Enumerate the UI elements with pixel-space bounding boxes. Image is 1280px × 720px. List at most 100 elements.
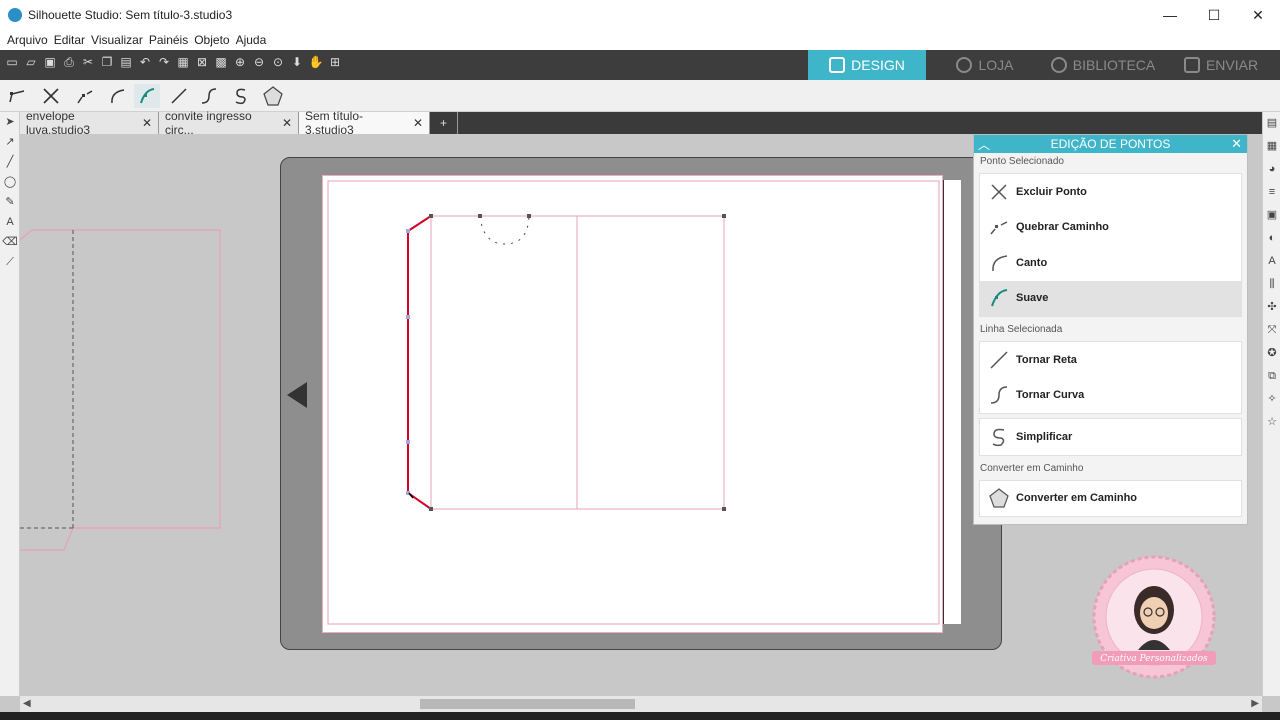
tab-close-icon[interactable]: ✕ (282, 116, 292, 130)
suave-label: Suave (1016, 292, 1049, 305)
zoom-in-icon[interactable]: ⊕ (232, 54, 248, 70)
suave-button[interactable]: Suave (980, 280, 1241, 316)
left-toolbar: ➤ ↗ ╱ ◯ ✎ A ⌫ ⟋ (0, 112, 20, 696)
new-file-icon[interactable]: ▭ (4, 54, 20, 70)
copy-icon[interactable]: ❐ (99, 54, 115, 70)
fill-icon[interactable]: ▣ (1263, 204, 1280, 227)
simplify-group: Simplificar (979, 418, 1242, 456)
select-all-icon[interactable]: ▦ (175, 54, 191, 70)
favorite-star-icon[interactable]: ☆ (1263, 411, 1280, 434)
gradient-icon[interactable]: ◐ (1263, 227, 1280, 250)
ellipse-tool-icon[interactable]: ◯ (0, 172, 20, 192)
make-corner-icon[interactable] (104, 84, 130, 108)
scroll-thumb[interactable] (420, 699, 635, 709)
tab-convite-ingresso[interactable]: convite ingresso circ... ✕ (159, 109, 299, 137)
make-straight-icon[interactable] (166, 84, 192, 108)
deselect-icon[interactable]: ⊠ (194, 54, 210, 70)
pan-hand-icon[interactable]: ✋ (308, 54, 324, 70)
delete-point-icon[interactable] (38, 84, 64, 108)
point-actions-group: Excluir Ponto Quebrar Caminho Canto Suav… (979, 173, 1242, 317)
cut-icon[interactable]: ✂ (80, 54, 96, 70)
break-path-icon[interactable] (72, 84, 98, 108)
offpage-shape (20, 229, 221, 551)
tab-envelope-luva[interactable]: envelope luva.studio3 ✕ (20, 109, 159, 137)
canto-button[interactable]: Canto (980, 245, 1241, 281)
mode-loja[interactable]: LOJA (926, 50, 1044, 80)
page-canvas[interactable] (322, 175, 943, 633)
select-arrow-icon[interactable]: ➤ (0, 112, 20, 132)
offset-icon[interactable]: ✪ (1263, 342, 1280, 365)
converter-caminho-label: Converter em Caminho (1016, 492, 1138, 505)
convert-path-icon[interactable] (260, 84, 286, 108)
mode-biblioteca[interactable]: BIBLIOTECA (1044, 50, 1162, 80)
line-style-icon[interactable]: ≡ (1263, 181, 1280, 204)
paste-icon[interactable]: ▤ (118, 54, 134, 70)
simplify-icon[interactable] (228, 84, 254, 108)
mode-enviar[interactable]: ENVIAR (1162, 50, 1280, 80)
mat-load-arrow-icon (287, 382, 307, 408)
select-icon[interactable]: ▩ (213, 54, 229, 70)
collapse-chevron-icon[interactable]: ︿ (978, 136, 990, 153)
open-file-icon[interactable]: ▱ (23, 54, 39, 70)
text-style-icon[interactable]: A (1263, 250, 1280, 273)
simplificar-button[interactable]: Simplificar (980, 419, 1241, 455)
redo-icon[interactable]: ↷ (156, 54, 172, 70)
line-tool-icon[interactable]: ╱ (0, 152, 20, 172)
grid-icon[interactable]: ▦ (1263, 135, 1280, 158)
eraser-tool-icon[interactable]: ⌫ (0, 232, 20, 252)
minimize-button[interactable]: — (1148, 0, 1192, 30)
mode-design[interactable]: DESIGN (808, 50, 926, 80)
tornar-curva-button[interactable]: Tornar Curva (980, 378, 1241, 414)
undo-icon[interactable]: ↶ (137, 54, 153, 70)
align-icon[interactable]: ⫼ (1263, 273, 1280, 296)
scroll-right-arrow-icon[interactable]: ▶ (1251, 698, 1259, 709)
text-tool-icon[interactable]: A (0, 212, 20, 232)
zoom-out-icon[interactable]: ⊖ (251, 54, 267, 70)
tab-sem-titulo-3[interactable]: Sem título-3.studio3 ✕ (299, 109, 430, 137)
close-button[interactable]: ✕ (1236, 0, 1280, 30)
sketch-icon[interactable]: ✧ (1263, 388, 1280, 411)
fit-page-icon[interactable]: ⊞ (327, 54, 343, 70)
new-tab-button[interactable]: + (430, 112, 459, 134)
transform-icon[interactable]: ⤧ (1263, 319, 1280, 342)
quebrar-caminho-label: Quebrar Caminho (1016, 221, 1109, 234)
menu-ajuda[interactable]: Ajuda (236, 33, 267, 47)
excluir-ponto-label: Excluir Ponto (1016, 185, 1087, 198)
quebrar-caminho-button[interactable]: Quebrar Caminho (980, 210, 1241, 246)
color-palette-icon[interactable]: ◕ (1263, 158, 1280, 181)
scroll-left-arrow-icon[interactable]: ◀ (23, 698, 31, 709)
pencil-tool-icon[interactable]: ✎ (0, 192, 20, 212)
tab-label: envelope luva.studio3 (26, 109, 91, 137)
print-icon[interactable]: ⎙ (61, 54, 77, 70)
move-down-icon[interactable]: ⬇ (289, 54, 305, 70)
menu-editar[interactable]: Editar (54, 33, 85, 47)
converter-caminho-button[interactable]: Converter em Caminho (980, 481, 1241, 517)
tab-close-icon[interactable]: ✕ (142, 116, 152, 130)
mode-biblioteca-label: BIBLIOTECA (1072, 57, 1156, 73)
section-ponto-selecionado: Ponto Selecionado (980, 156, 1064, 167)
menu-arquivo[interactable]: Arquivo (7, 33, 48, 47)
menu-paineis[interactable]: Painéis (149, 33, 188, 47)
save-icon[interactable]: ▣ (42, 54, 58, 70)
page-setup-icon[interactable]: ▤ (1263, 112, 1280, 135)
excluir-ponto-button[interactable]: Excluir Ponto (980, 174, 1241, 210)
replicate-icon[interactable]: ✣ (1263, 296, 1280, 319)
horizontal-scrollbar[interactable]: ◀ ▶ (20, 696, 1262, 712)
panel-close-icon[interactable]: ✕ (1231, 136, 1242, 152)
make-smooth-icon[interactable] (134, 84, 160, 108)
pentagon-icon (989, 488, 1009, 508)
tornar-reta-button[interactable]: Tornar Reta (980, 342, 1241, 378)
simplificar-label: Simplificar (1016, 430, 1073, 443)
make-curve-icon[interactable] (196, 84, 222, 108)
menu-visualizar[interactable]: Visualizar (91, 33, 143, 47)
bottom-strip (0, 712, 1280, 720)
maximize-button[interactable]: ☐ (1192, 0, 1236, 30)
knife-tool-icon[interactable]: ⟋ (0, 252, 20, 272)
trace-icon[interactable]: ⧉ (1263, 365, 1280, 388)
tab-close-icon[interactable]: ✕ (413, 116, 423, 130)
menu-objeto[interactable]: Objeto (194, 33, 229, 47)
title-bar: Silhouette Studio: Sem título-3.studio3 … (0, 0, 1280, 30)
zoom-fit-icon[interactable]: ⊙ (270, 54, 286, 70)
edit-points-icon[interactable]: ↗ (0, 132, 20, 152)
corner-tool-icon[interactable] (4, 84, 30, 108)
